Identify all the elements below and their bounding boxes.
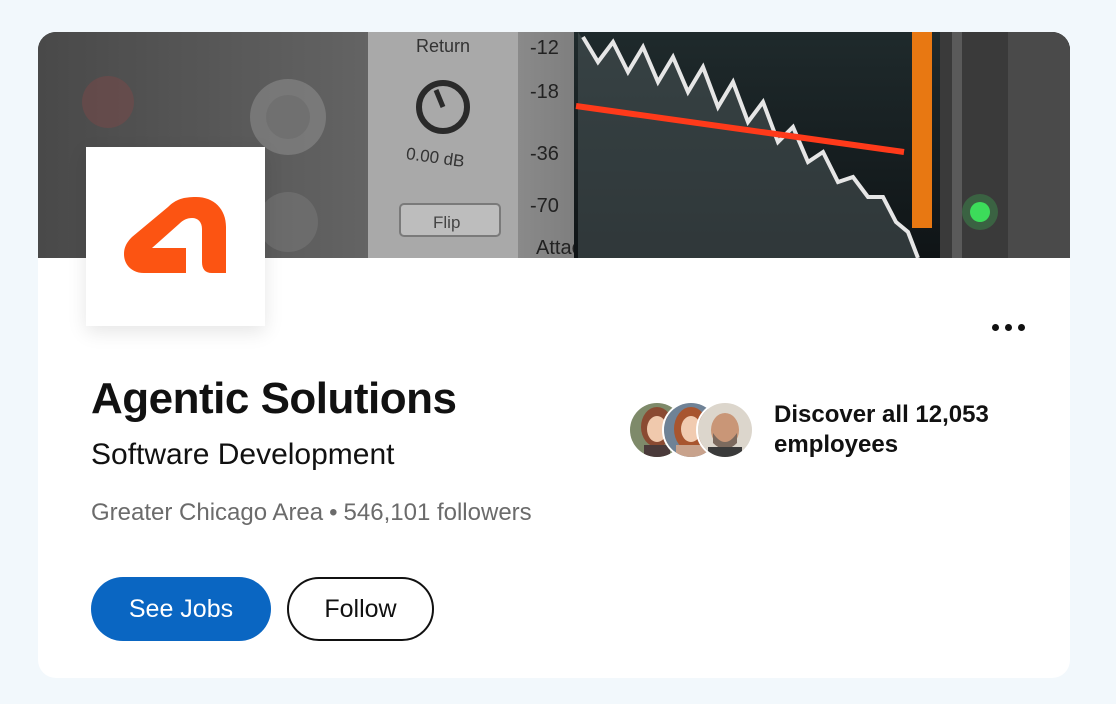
banner-return-label: Return <box>416 36 470 56</box>
follow-button[interactable]: Follow <box>287 577 434 641</box>
more-dot-icon <box>1017 323 1025 331</box>
employees-link[interactable]: Discover all 12,053 employees <box>628 400 1014 460</box>
avatar <box>696 401 754 459</box>
company-name: Agentic Solutions <box>91 374 457 423</box>
banner-meter-label-4: -70 <box>530 195 559 217</box>
company-followers[interactable]: 546,101 followers <box>344 499 532 526</box>
banner-meter-label-2: -18 <box>530 81 559 103</box>
more-dot-icon <box>1004 323 1012 331</box>
agentic-logo-icon <box>124 197 226 273</box>
more-dot-icon <box>991 323 999 331</box>
meta-separator: • <box>329 499 338 526</box>
employee-avatars <box>628 400 754 460</box>
see-jobs-button[interactable]: See Jobs <box>91 577 271 641</box>
company-location: Greater Chicago Area <box>91 499 324 526</box>
company-meta: Greater Chicago Area • 546,101 followers <box>91 499 532 527</box>
company-logo <box>86 147 265 326</box>
more-options-button[interactable] <box>982 312 1034 342</box>
company-industry: Software Development <box>91 438 395 471</box>
banner-meter-label-1: -12 <box>530 37 559 59</box>
banner-meter-label-3: -36 <box>530 143 559 165</box>
banner-flip-label: Flip <box>433 213 460 232</box>
employees-text: Discover all 12,053 employees <box>774 401 989 458</box>
company-card: Return 0.00 dB Flip Attack -12 -18 -36 -… <box>38 32 1070 678</box>
